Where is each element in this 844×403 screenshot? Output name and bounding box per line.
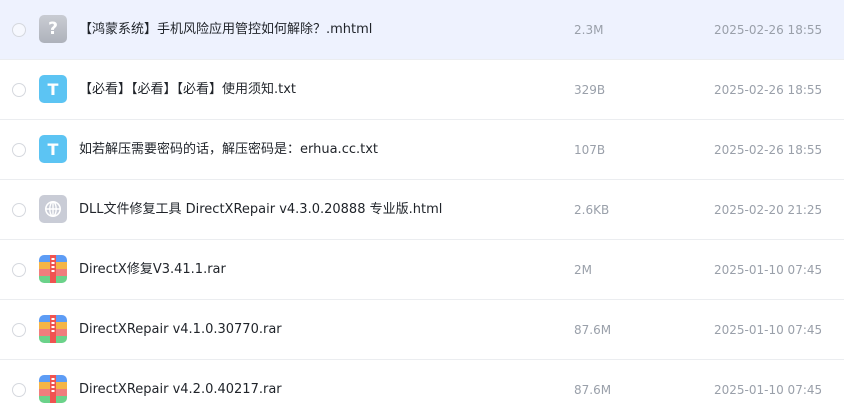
file-date: 2025-01-10 07:45 xyxy=(714,383,823,397)
file-name[interactable]: DLL文件修复工具 DirectXRepair v4.3.0.20888 专业版… xyxy=(79,180,442,240)
file-date: 2025-02-20 21:25 xyxy=(714,203,823,217)
file-size: 329B xyxy=(574,83,606,97)
file-row[interactable]: ? 【鸿蒙系统】手机风险应用管控如何解除？.mhtml 2.3M 2025-02… xyxy=(0,0,844,60)
txt-file-icon: T xyxy=(39,75,67,103)
file-size: 2M xyxy=(574,263,592,277)
file-row[interactable]: T 如若解压需要密码的话，解压密码是：erhua.cc.txt 107B 202… xyxy=(0,120,844,180)
globe-icon xyxy=(45,201,61,217)
archive-file-icon xyxy=(39,255,67,283)
archive-file-icon xyxy=(39,315,67,343)
file-name[interactable]: 【鸿蒙系统】手机风险应用管控如何解除？.mhtml xyxy=(79,0,372,60)
file-row[interactable]: DirectX修复V3.41.1.rar 2M 2025-01-10 07:45 xyxy=(0,240,844,300)
file-list: ? 【鸿蒙系统】手机风险应用管控如何解除？.mhtml 2.3M 2025-02… xyxy=(0,0,844,403)
file-date: 2025-02-26 18:55 xyxy=(714,143,823,157)
file-size: 107B xyxy=(574,143,606,157)
file-row[interactable]: DirectXRepair v4.1.0.30770.rar 87.6M 202… xyxy=(0,300,844,360)
file-size: 87.6M xyxy=(574,323,612,337)
html-file-icon xyxy=(39,195,67,223)
file-name[interactable]: DirectX修复V3.41.1.rar xyxy=(79,240,226,300)
file-row[interactable]: DLL文件修复工具 DirectXRepair v4.3.0.20888 专业版… xyxy=(0,180,844,240)
file-row[interactable]: DirectXRepair v4.2.0.40217.rar 87.6M 202… xyxy=(0,360,844,403)
file-size: 87.6M xyxy=(574,383,612,397)
row-select-checkbox[interactable] xyxy=(12,23,26,37)
row-select-checkbox[interactable] xyxy=(12,383,26,397)
row-select-checkbox[interactable] xyxy=(12,143,26,157)
archive-file-icon xyxy=(39,375,67,403)
file-date: 2025-02-26 18:55 xyxy=(714,23,823,37)
txt-file-icon: T xyxy=(39,135,67,163)
file-name[interactable]: DirectXRepair v4.1.0.30770.rar xyxy=(79,300,282,360)
file-name[interactable]: DirectXRepair v4.2.0.40217.rar xyxy=(79,360,282,403)
file-date: 2025-01-10 07:45 xyxy=(714,323,823,337)
row-select-checkbox[interactable] xyxy=(12,203,26,217)
file-name[interactable]: 【必看】【必看】【必看】使用须知.txt xyxy=(79,60,296,120)
file-date: 2025-02-26 18:55 xyxy=(714,83,823,97)
file-size: 2.3M xyxy=(574,23,604,37)
file-date: 2025-01-10 07:45 xyxy=(714,263,823,277)
file-row[interactable]: T 【必看】【必看】【必看】使用须知.txt 329B 2025-02-26 1… xyxy=(0,60,844,120)
row-select-checkbox[interactable] xyxy=(12,263,26,277)
file-name[interactable]: 如若解压需要密码的话，解压密码是：erhua.cc.txt xyxy=(79,120,378,180)
row-select-checkbox[interactable] xyxy=(12,323,26,337)
file-size: 2.6KB xyxy=(574,203,610,217)
unknown-file-icon: ? xyxy=(39,15,67,43)
row-select-checkbox[interactable] xyxy=(12,83,26,97)
